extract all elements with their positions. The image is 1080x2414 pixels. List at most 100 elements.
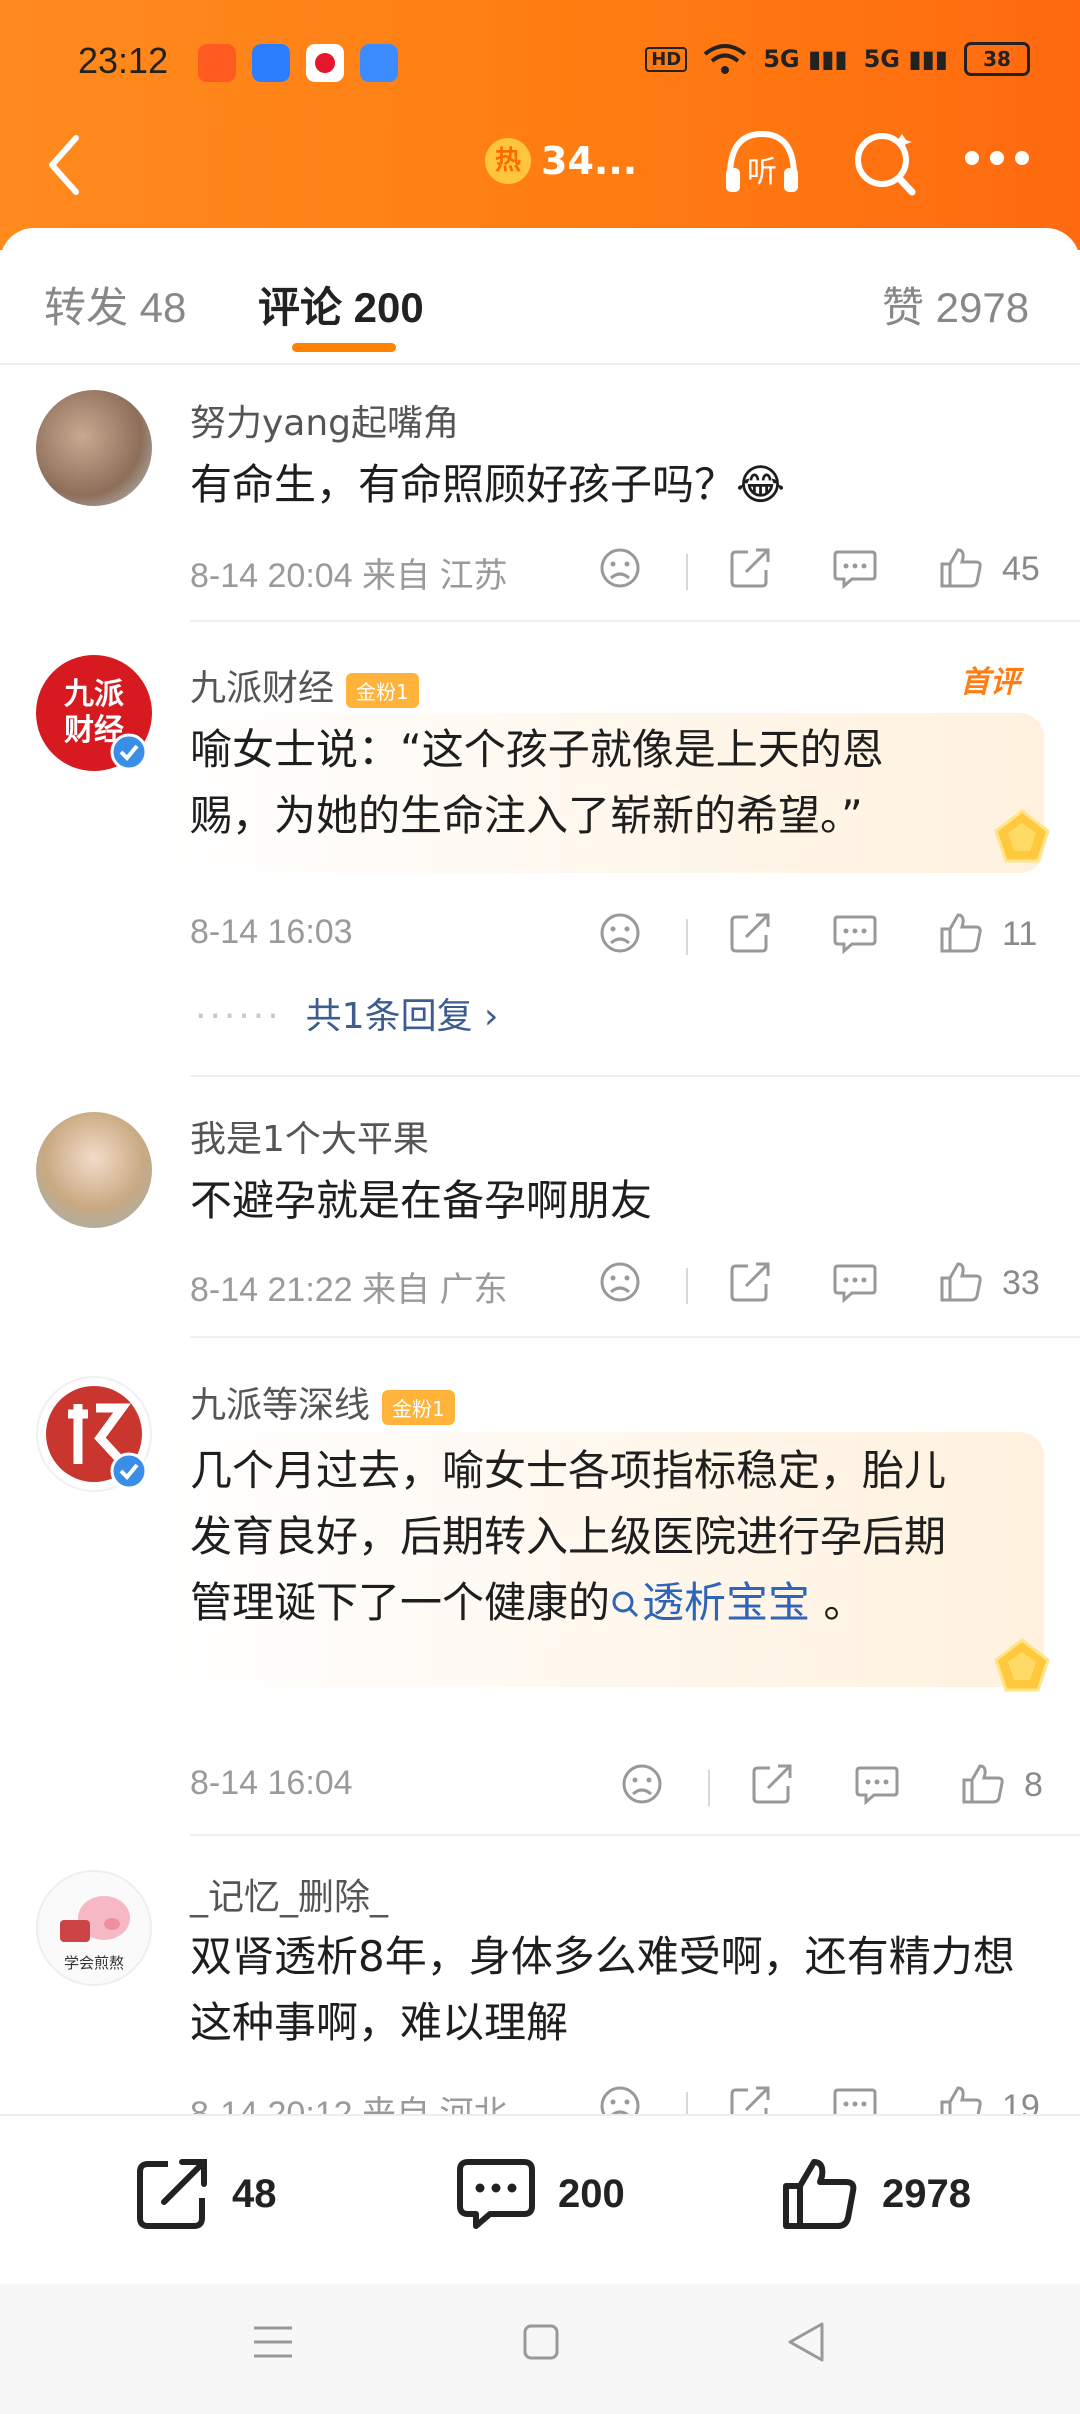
comment-username: 九派等深线 金粉1 [190,1376,455,1428]
status-time: 23:12 [78,40,169,81]
menu-icon[interactable] [252,2322,294,2362]
fan-badge: 金粉1 [382,1389,455,1425]
share-icon[interactable] [728,911,772,955]
avatar[interactable]: 学会煎熬 [36,1870,152,1986]
hot-search-entry[interactable]: 热 34... [485,138,637,184]
top-nav: 热 34... 听 [0,120,1080,210]
like-icon [783,2159,857,2229]
fan-badge: 金粉1 [346,672,419,708]
signal-icon: 5G ▮▮▮ [763,45,848,73]
back-arrow-icon[interactable] [44,134,84,196]
comment-actions: 8 [620,1762,1070,1812]
like-count: 11 [1002,915,1038,953]
back-icon[interactable] [786,2320,826,2364]
home-icon[interactable] [522,2322,560,2362]
share-icon[interactable] [728,546,772,590]
topic-link-text: 透析宝宝 [642,1578,811,1627]
comment-location: 来自 广东 [362,1271,508,1309]
comment-location: 来自 江苏 [362,557,508,595]
comment-username: 九派财经 金粉1 [190,659,419,711]
dislike-icon[interactable] [620,1762,664,1806]
comment-text: 有命生，有命照顾好孩子吗？😂 [190,460,786,509]
like-count: 45 [1002,550,1040,588]
divider [686,554,688,590]
like-count: 33 [1002,1264,1040,1302]
app-header: 23:12 HD 5G ▮▮▮ 5G ▮▮▮ 38 热 34... 听 [0,0,1080,250]
signal-icon: 5G ▮▮▮ [863,45,948,73]
view-replies-link[interactable]: ······ 共1条回复 › [195,987,498,1039]
gem-icon [994,1638,1050,1692]
hd-icon: HD [645,46,688,72]
more-icon[interactable] [962,148,1032,168]
divider [190,1075,1080,1077]
like-icon[interactable] [960,1762,1006,1806]
topic-link[interactable]: 透析宝宝 [610,1578,810,1627]
status-icons: HD 5G ▮▮▮ 5G ▮▮▮ 38 [645,42,1030,76]
network-label: 5G [863,45,901,73]
comment-icon [457,2159,535,2229]
tab-like[interactable]: 赞 2978 [882,274,1029,335]
hot-icon: 热 [485,138,531,184]
reply-icon[interactable] [854,1762,900,1806]
app-notification-icon [360,44,398,82]
dislike-icon[interactable] [598,911,642,955]
wifi-icon [703,44,747,74]
gem-icon [994,809,1050,863]
comment-time: 8-14 16:03 [190,913,353,951]
verified-icon [110,733,148,771]
comment-username[interactable]: _记忆_删除_ [190,1868,388,1920]
divider [190,1336,1080,1338]
weibo-notification-icon [306,44,344,82]
dislike-icon[interactable] [598,546,642,590]
share-icon [137,2159,207,2229]
comment-meta: 8-14 21:22 来自 广东 [190,1262,508,1311]
comment-button[interactable]: 200 [456,2156,625,2232]
share-icon[interactable] [728,1260,772,1304]
hot-text: 34... [541,139,638,183]
reply-icon[interactable] [832,911,878,955]
tab-repost[interactable]: 转发 48 [44,274,186,335]
like-icon[interactable] [938,911,984,955]
bottom-action-bar: 48 200 2978 [0,2114,1080,2286]
avatar[interactable] [36,1112,152,1228]
avatar[interactable] [36,390,152,506]
listen-icon[interactable]: 听 [720,128,804,198]
comment-text: 几个月过去，喻女士各项指标稳定，胎儿发育良好，后期转入上级医院进行孕后期管理诞下… [190,1438,980,1636]
app-notification-icon [252,44,290,82]
comment-actions: 33 [598,1260,1048,1310]
share-icon[interactable] [750,1762,794,1806]
comment-time: 8-14 16:04 [190,1764,353,1802]
dislike-icon[interactable] [598,1260,642,1304]
like-icon[interactable] [938,546,984,590]
battery-icon: 38 [964,42,1030,76]
tab-comment[interactable]: 评论 200 [258,274,424,335]
comment-text: 双肾透析8年，身体多么难受啊，还有精力想这种事啊，难以理解 [190,1932,1015,2047]
comment-time: 8-14 20:04 [190,557,353,595]
divider [708,1770,710,1806]
svg-text:听: 听 [747,155,777,190]
reply-dots: ······ [195,996,282,1037]
repost-count: 48 [232,2171,277,2216]
comment-text: 喻女士说：“这个孩子就像是上天的恩赐，为她的生命注入了崭新的希望。” [190,725,884,840]
tab-indicator [292,343,396,352]
like-count: 8 [1024,1766,1043,1804]
like-button[interactable]: 2978 [780,2156,971,2232]
search-icon[interactable] [852,128,918,198]
reply-icon[interactable] [832,546,878,590]
comment-meta: 8-14 20:04 来自 江苏 [190,548,508,597]
comment-username[interactable]: 我是1个大平果 [190,1110,429,1162]
divider [686,919,688,955]
app-notification-icon [198,44,236,82]
comment-username[interactable]: 努力yang起嘴角 [190,394,459,446]
like-icon[interactable] [938,1260,984,1304]
first-comment-label: 首评 [960,665,1020,700]
username-text[interactable]: 九派等深线 [190,1385,370,1426]
reply-count: 共1条回复 › [305,996,499,1037]
reply-icon[interactable] [832,1260,878,1304]
repost-button[interactable]: 48 [134,2156,277,2232]
username-text[interactable]: 九派财经 [190,668,334,709]
comment-text: 不避孕就是在备孕啊朋友 [190,1176,653,1225]
divider [190,620,1080,622]
comment-count: 200 [558,2171,625,2216]
divider [686,1268,688,1304]
